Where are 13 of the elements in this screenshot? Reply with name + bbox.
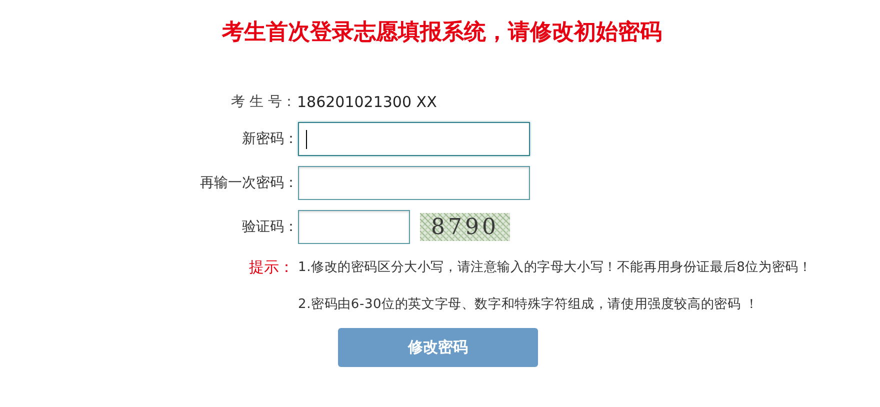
candidate-label: 考 生 号： (230, 92, 296, 112)
tip-text: 1.修改的密码区分大小写，请注意输入的字母大小写！不能再用身份证最后8位为密码！ (298, 258, 812, 276)
captcha-field[interactable] (298, 210, 410, 244)
captcha-image[interactable]: 8790 (420, 213, 510, 241)
field-label: 新密码： (241, 130, 298, 148)
tip-text: 2.密码由6-30位的英文字母、数字和特殊字符组成，请使用强度较高的密码 ！ (298, 296, 758, 314)
candidate-number: 186201021300 XX (297, 92, 437, 113)
password-field[interactable] (298, 122, 530, 156)
tip-label: 提示： (249, 258, 294, 276)
page-title: 考生首次登录志愿填报系统，请修改初始密码 (220, 18, 662, 47)
field-label: 验证码： (241, 218, 298, 236)
password-field[interactable] (298, 166, 530, 200)
field-label: 再输一次密码： (199, 174, 298, 192)
